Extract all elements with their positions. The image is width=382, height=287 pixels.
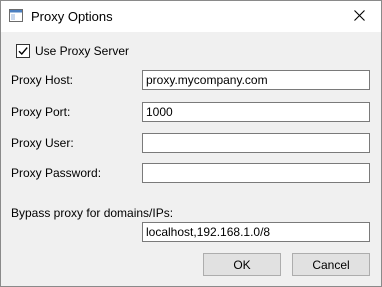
proxy-user-input[interactable] [142, 133, 370, 153]
use-proxy-checkbox[interactable] [16, 44, 30, 58]
bypass-label: Bypass proxy for domains/IPs: [11, 206, 174, 220]
proxy-port-input[interactable] [142, 102, 370, 122]
proxy-port-label: Proxy Port: [11, 105, 71, 119]
title-bar: Proxy Options [1, 1, 381, 32]
proxy-password-input[interactable] [142, 163, 370, 183]
close-button[interactable] [337, 1, 381, 32]
bypass-input[interactable] [142, 222, 370, 242]
proxy-options-dialog: Proxy Options Use Proxy Server Proxy Hos… [0, 0, 382, 287]
use-proxy-checkbox-row[interactable]: Use Proxy Server [16, 43, 129, 59]
ok-button[interactable]: OK [203, 253, 281, 276]
checkmark-icon [18, 47, 28, 56]
window-icon [9, 9, 23, 22]
proxy-host-label: Proxy Host: [11, 73, 74, 87]
window-title: Proxy Options [31, 9, 113, 24]
use-proxy-label[interactable]: Use Proxy Server [35, 44, 129, 58]
proxy-password-label: Proxy Password: [11, 166, 102, 180]
proxy-host-input[interactable] [142, 70, 370, 90]
close-icon [353, 9, 365, 24]
cancel-button[interactable]: Cancel [292, 253, 370, 276]
proxy-user-label: Proxy User: [11, 136, 74, 150]
